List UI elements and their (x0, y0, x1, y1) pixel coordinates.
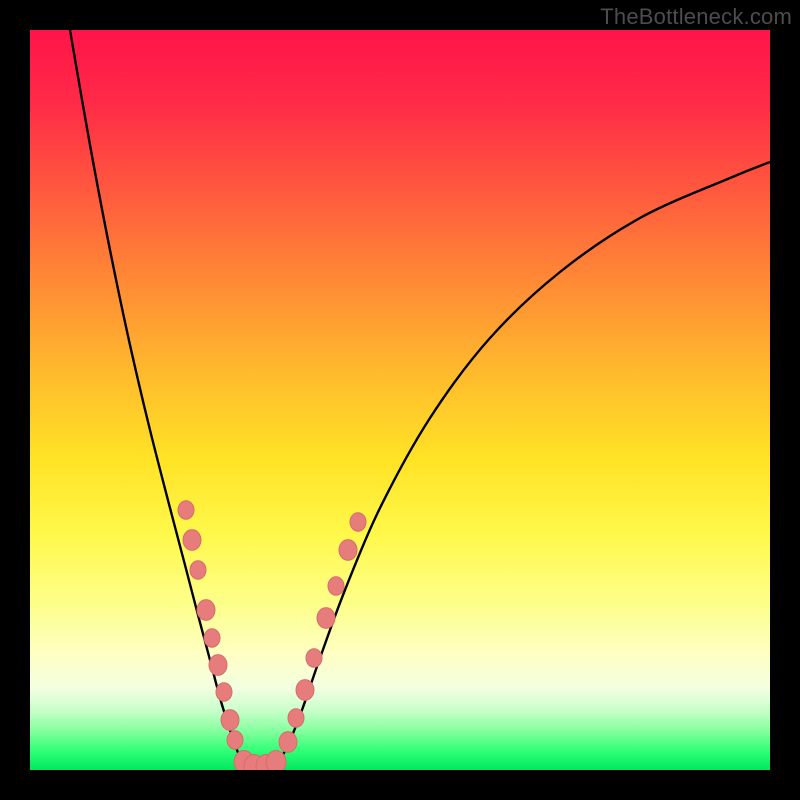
data-marker (197, 600, 215, 621)
data-marker (306, 649, 322, 667)
data-marker (328, 577, 344, 595)
bottleneck-curve (30, 30, 770, 770)
data-marker (209, 655, 227, 676)
data-marker (221, 710, 239, 731)
data-marker (296, 680, 314, 701)
data-marker (244, 755, 264, 771)
data-marker (183, 530, 201, 551)
data-marker (204, 629, 220, 647)
data-marker (178, 501, 194, 519)
data-marker (227, 731, 243, 749)
data-marker (190, 561, 206, 579)
data-marker (216, 683, 232, 701)
data-marker (279, 732, 297, 753)
data-marker (234, 751, 254, 771)
data-marker (339, 540, 357, 561)
watermark-text: TheBottleneck.com (600, 4, 792, 30)
data-marker (350, 513, 366, 531)
data-marker (256, 755, 276, 771)
data-marker (266, 751, 286, 771)
data-marker (317, 608, 335, 629)
data-marker (288, 709, 304, 727)
chart-frame: TheBottleneck.com (0, 0, 800, 800)
plot-area (30, 30, 770, 770)
